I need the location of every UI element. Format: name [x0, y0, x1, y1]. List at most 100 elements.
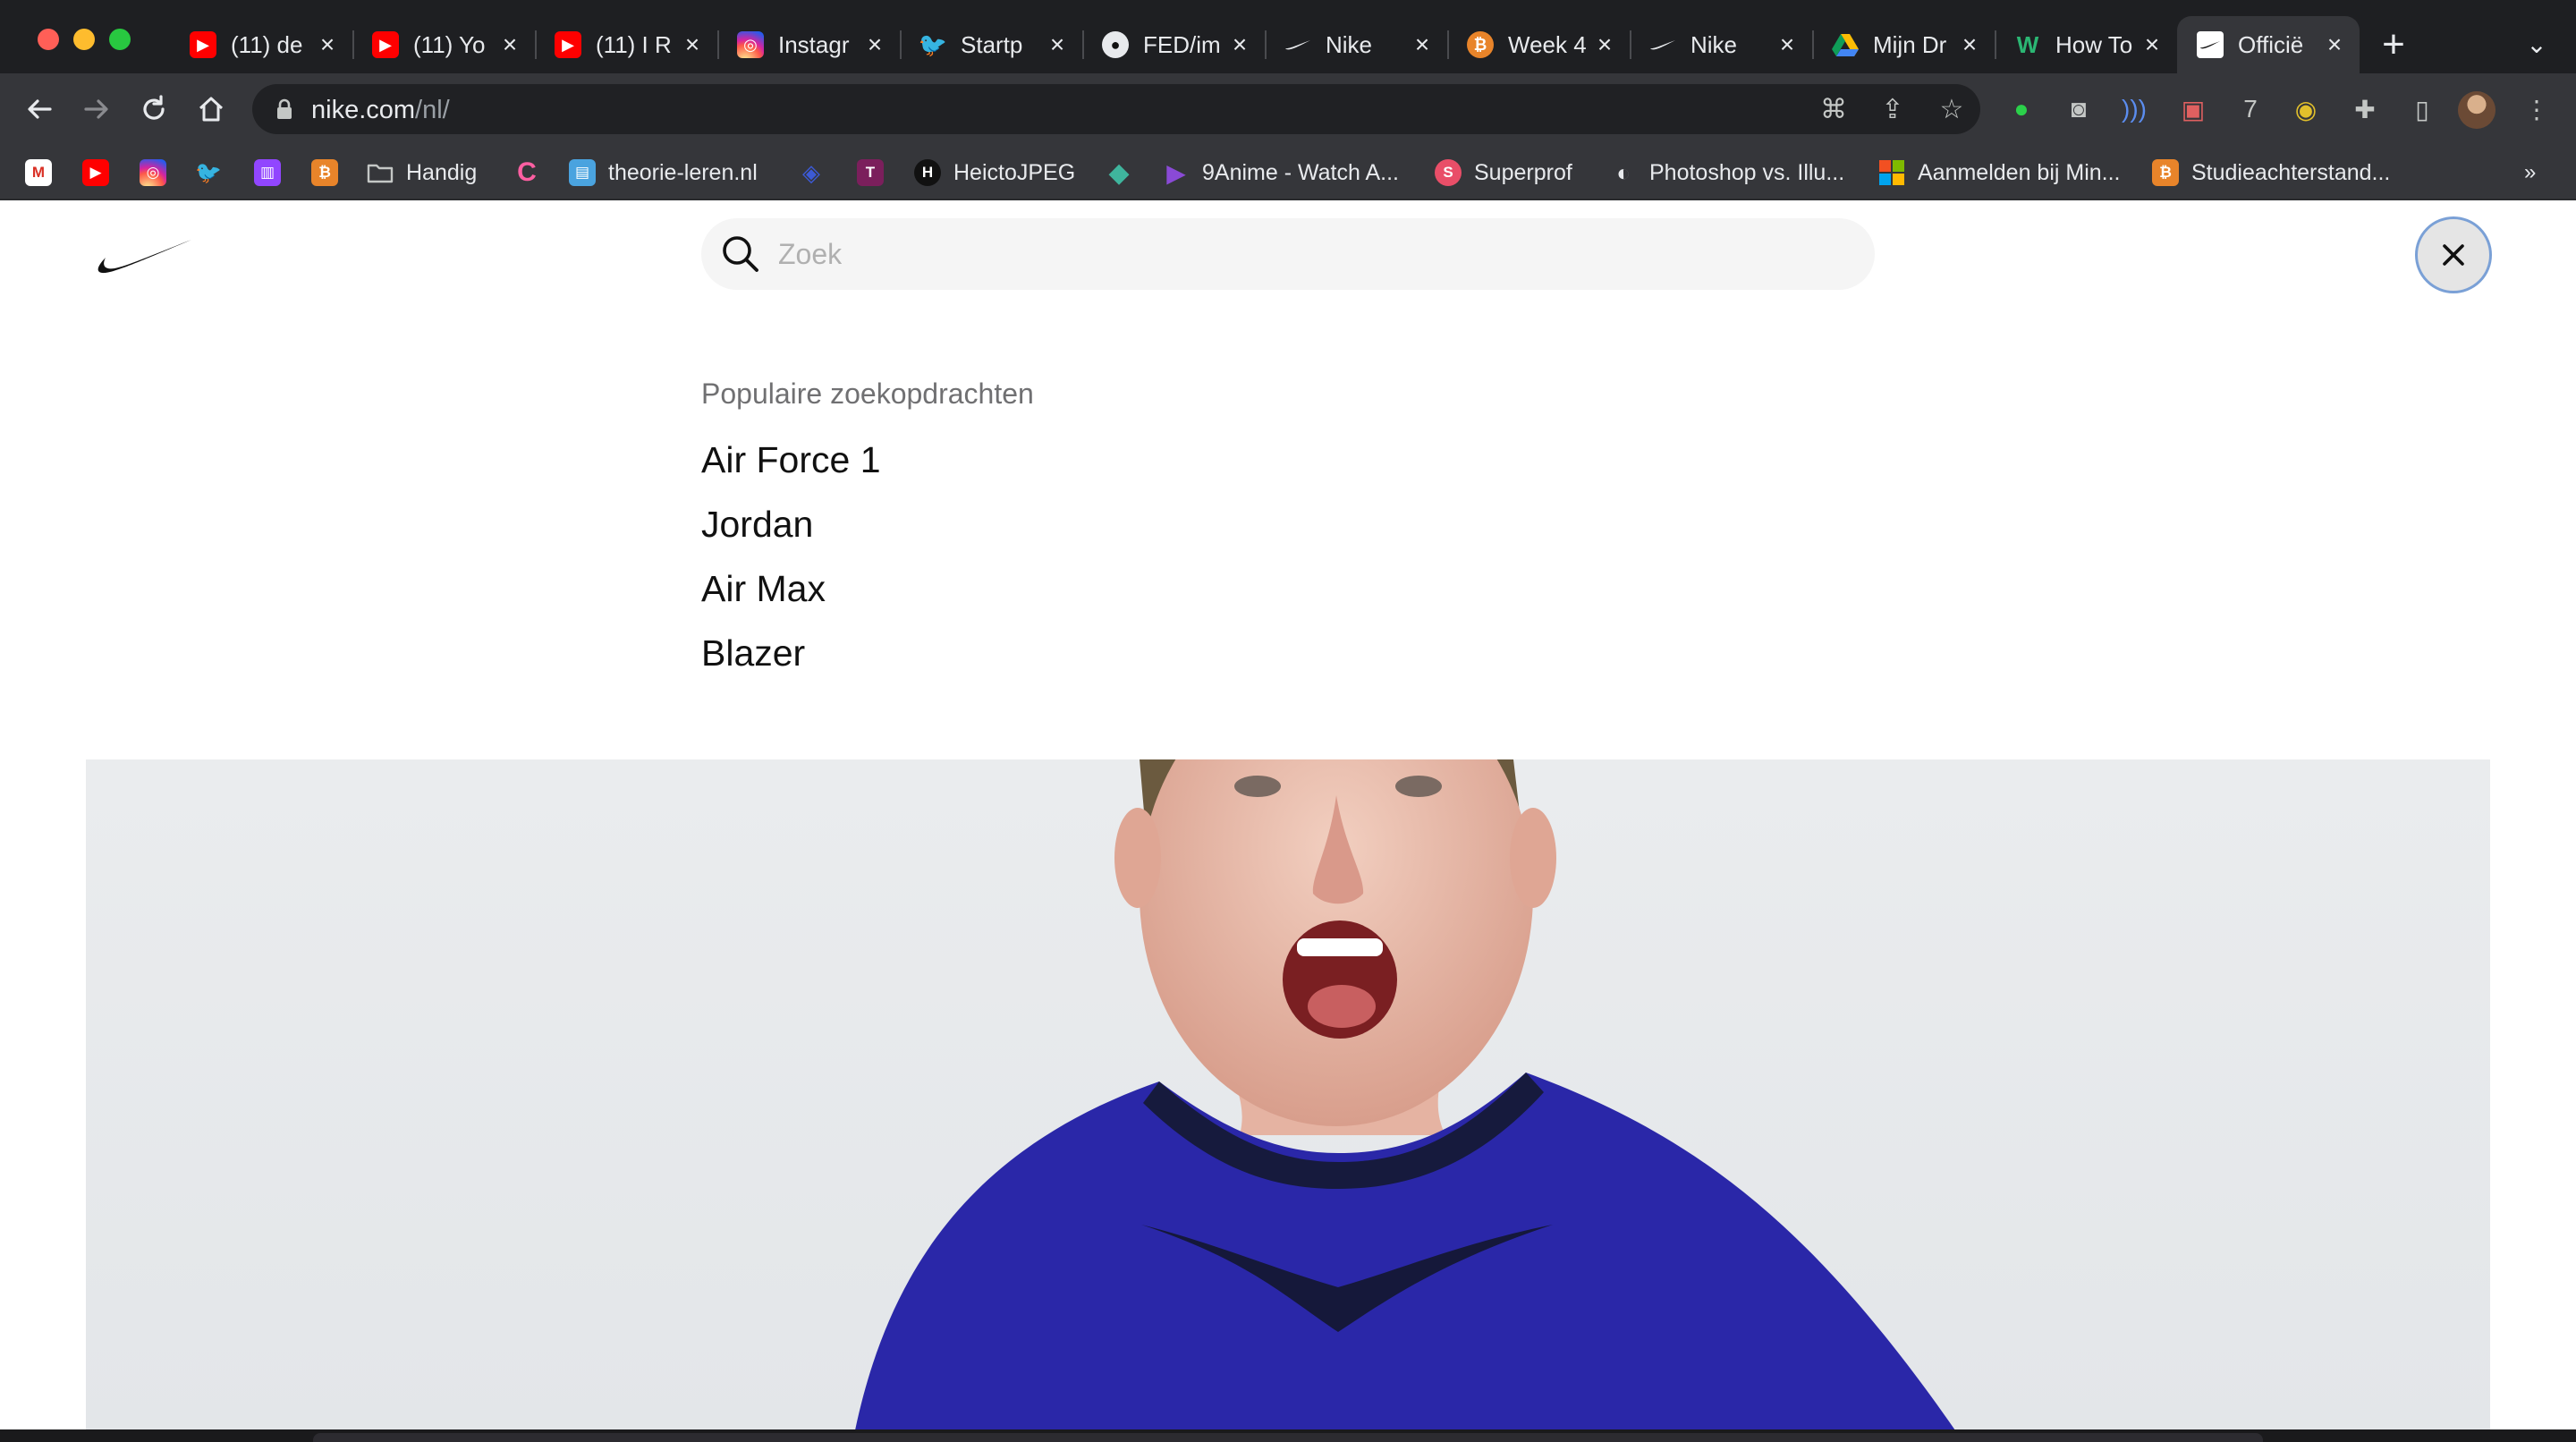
close-icon[interactable]: × — [1045, 30, 1070, 58]
browser-tab[interactable]: ▶ (11) de × — [170, 16, 352, 73]
nike-icon — [2197, 31, 2224, 58]
url-text[interactable]: nike.com/nl/ — [311, 96, 450, 125]
bookmark-instagram[interactable]: ◎ — [140, 156, 166, 190]
h-icon: H — [914, 159, 941, 186]
tab-search-chevron-icon[interactable]: ⌄ — [2519, 27, 2555, 63]
home-button[interactable] — [190, 88, 233, 131]
arrow-right-icon — [84, 99, 108, 119]
close-icon[interactable]: × — [2322, 30, 2347, 58]
bookmark-label: Aanmelden bij Min... — [1918, 159, 2121, 185]
bookmark-superprof[interactable]: S Superprof — [1435, 156, 1572, 190]
browser-tab[interactable]: ● FED/im × — [1082, 16, 1265, 73]
bookmark-studieachterstand[interactable]: ₿ Studieachterstand... — [2152, 156, 2390, 190]
back-button[interactable] — [18, 88, 61, 131]
bookmark-item[interactable]: ◈ — [798, 156, 825, 190]
browser-tab[interactable]: Nike × — [1630, 16, 1812, 73]
search-icon[interactable] — [721, 234, 760, 274]
tab-title: Startp — [961, 30, 1023, 58]
bookmark-theorie-leren[interactable]: ▤ theorie-leren.nl — [569, 156, 758, 190]
extension-green-icon[interactable]: ● — [2004, 91, 2039, 127]
bookmark-label: Handig — [406, 159, 478, 185]
window-minimize-button[interactable] — [73, 29, 95, 50]
browser-tab[interactable]: ▶ (11) I R × — [535, 16, 717, 73]
new-tab-button[interactable]: + — [2376, 25, 2411, 64]
popular-search-item[interactable]: Air Max — [701, 565, 881, 630]
youtube-icon: ▶ — [372, 31, 399, 58]
close-icon[interactable]: × — [315, 30, 340, 58]
popular-search-item[interactable]: Air Force 1 — [701, 437, 881, 501]
twitter-icon: 🐦 — [918, 30, 948, 58]
puzzle-icon[interactable]: ✚ — [2347, 91, 2383, 127]
browser-tab[interactable]: 🐦 Startp × — [900, 16, 1082, 73]
bookmark-bitcoin[interactable]: ₿ — [311, 156, 338, 190]
extension-7-icon[interactable]: 7 — [2233, 91, 2268, 127]
close-search-button[interactable] — [2415, 216, 2492, 293]
side-panel-icon[interactable]: ▯ — [2404, 91, 2440, 127]
popular-search-item[interactable]: Jordan — [701, 501, 881, 565]
browser-tab[interactable]: W How To × — [1995, 16, 2177, 73]
browser-tab-active[interactable]: Officië × — [2177, 16, 2360, 73]
extension-yellow-icon[interactable]: ◉ — [2288, 91, 2324, 127]
browser-tab[interactable]: ₿ Week 4 × — [1447, 16, 1630, 73]
nike-logo[interactable] — [86, 234, 191, 274]
close-icon[interactable]: × — [1592, 30, 1617, 58]
browser-tab[interactable]: Mijn Dr × — [1812, 16, 1995, 73]
window-close-button[interactable] — [38, 29, 59, 50]
translate-icon[interactable]: ⌘ — [1816, 91, 1852, 127]
folder-icon — [367, 159, 394, 186]
cc-icon: ◐ — [1616, 158, 1631, 186]
reload-button[interactable] — [132, 88, 175, 131]
bookmark-twitter[interactable]: 🐦 — [195, 156, 222, 190]
browser-tab[interactable]: ▶ (11) Yo × — [352, 16, 535, 73]
close-icon[interactable]: × — [680, 30, 705, 58]
hero-video[interactable] — [86, 759, 2490, 1429]
star-icon[interactable]: ☆ — [1934, 91, 1970, 127]
address-bar[interactable]: nike.com/nl/ ⌘ ⇪ ☆ — [252, 84, 1980, 134]
share-icon[interactable]: ⇪ — [1875, 91, 1911, 127]
bookmark-gmail[interactable]: M — [25, 156, 52, 190]
browser-tab[interactable]: Nike × — [1265, 16, 1447, 73]
play-icon: ▶ — [1166, 158, 1186, 187]
popular-searches-heading: Populaire zoekopdrachten — [701, 377, 1034, 410]
tab-title: Nike — [1690, 30, 1738, 58]
bookmark-twitch[interactable]: ▥ — [254, 156, 281, 190]
close-icon[interactable]: × — [862, 30, 887, 58]
close-icon[interactable]: × — [1957, 30, 1982, 58]
kebab-menu-icon[interactable]: ⋮ — [2519, 91, 2555, 127]
tab-title: (11) de — [231, 30, 303, 58]
bookmark-diamond[interactable]: ◆ — [1106, 156, 1132, 190]
bookmarks-overflow-chevron-icon[interactable]: » — [2524, 156, 2536, 190]
bookmark-label: theorie-leren.nl — [608, 159, 758, 185]
bookmark-youtube[interactable]: ▶ — [82, 156, 109, 190]
window-zoom-button[interactable] — [109, 29, 131, 50]
close-icon[interactable]: × — [2140, 30, 2165, 58]
wave-icon[interactable]: ))) — [2116, 91, 2152, 127]
bookmark-aanmelden-microsoft[interactable]: Aanmelden bij Min... — [1878, 156, 2121, 190]
bookmark-folder-handig[interactable]: Handig — [367, 156, 477, 190]
close-icon[interactable]: × — [1410, 30, 1435, 58]
close-icon[interactable]: × — [1227, 30, 1252, 58]
bookmark-t[interactable]: T — [857, 156, 884, 190]
close-icon[interactable]: × — [1775, 30, 1800, 58]
tab-title: Nike — [1326, 30, 1373, 58]
twitter-icon: 🐦 — [195, 160, 222, 185]
extension-red-icon[interactable]: ▣ — [2175, 91, 2211, 127]
nike-icon — [1284, 31, 1311, 58]
bookmark-9anime[interactable]: ▶ 9Anime - Watch A... — [1163, 156, 1399, 190]
camera-icon[interactable]: ◙ — [2061, 91, 2097, 127]
youtube-icon: ▶ — [82, 159, 109, 186]
lock-icon[interactable] — [275, 98, 293, 120]
profile-avatar[interactable] — [2458, 91, 2496, 129]
bookmark-label: HeictoJPEG — [953, 159, 1076, 185]
bookmark-heictojpeg[interactable]: H HeictoJPEG — [914, 156, 1075, 190]
browser-tab[interactable]: ◎ Instagr × — [717, 16, 900, 73]
search-input[interactable] — [778, 218, 1852, 290]
forward-button[interactable] — [75, 88, 118, 131]
bookmark-photoshop-vs-illustrator[interactable]: ◐ Photoshop vs. Illu... — [1610, 156, 1844, 190]
popular-search-item[interactable]: Blazer — [701, 630, 881, 694]
youtube-icon: ▶ — [190, 31, 216, 58]
tab-title: Instagr — [778, 30, 850, 58]
bookmark-canva[interactable]: C — [513, 156, 540, 190]
tab-title: How To — [2055, 30, 2133, 58]
close-icon[interactable]: × — [497, 30, 522, 58]
